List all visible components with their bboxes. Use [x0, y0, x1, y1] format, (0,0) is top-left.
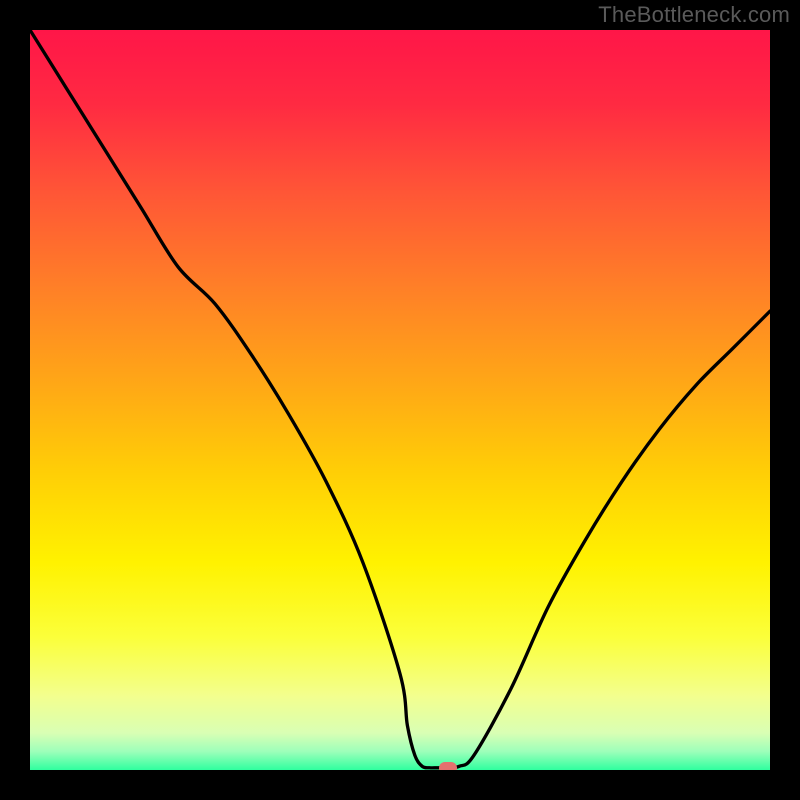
optimal-marker [439, 762, 457, 770]
watermark-text: TheBottleneck.com [598, 2, 790, 28]
chart-frame: TheBottleneck.com [0, 0, 800, 800]
bottleneck-curve [30, 30, 770, 770]
plot-area [30, 30, 770, 770]
